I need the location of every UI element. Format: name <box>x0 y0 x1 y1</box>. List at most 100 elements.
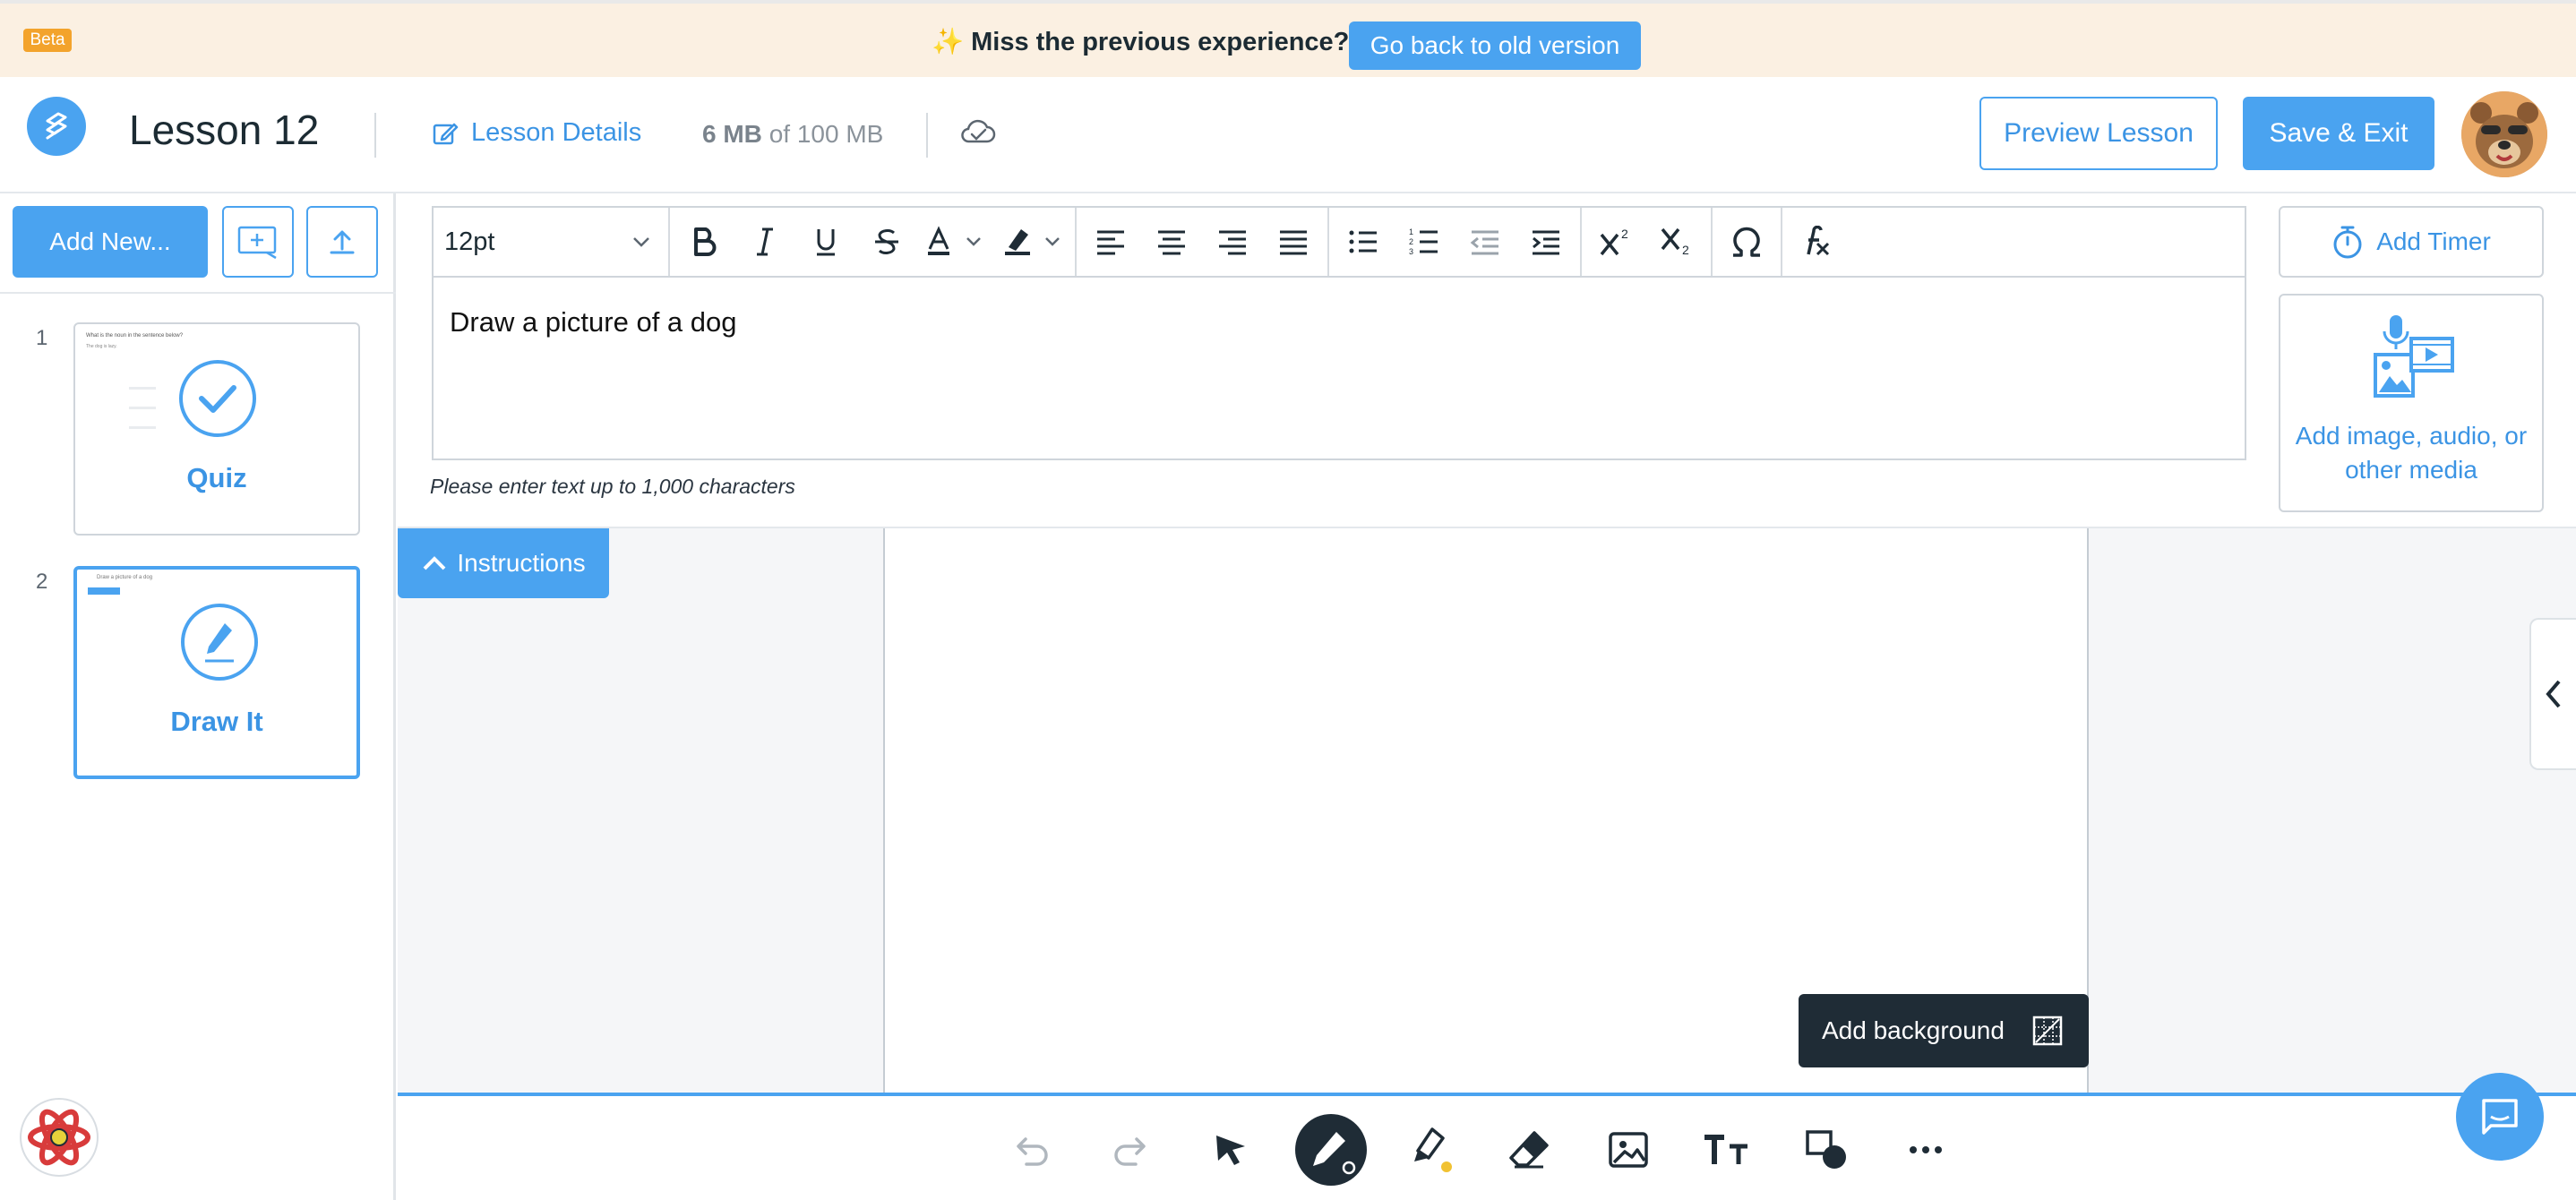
subscript-button[interactable]: 2 <box>1653 219 1700 265</box>
special-character-button[interactable] <box>1723 219 1770 265</box>
image-tool-button[interactable] <box>1593 1114 1664 1186</box>
highlight-color-button[interactable] <box>1001 219 1064 265</box>
text-icon <box>1704 1135 1747 1164</box>
slide-number: 2 <box>36 570 48 594</box>
more-tools-button[interactable] <box>1890 1114 1962 1186</box>
add-new-button[interactable]: Add New... <box>13 206 208 278</box>
save-exit-button[interactable]: Save & Exit <box>2243 97 2434 170</box>
add-media-button[interactable]: Add image, audio, or other media <box>2279 294 2544 512</box>
pen-tool-button[interactable] <box>1295 1114 1367 1186</box>
upload-button[interactable] <box>306 206 378 278</box>
timer-icon <box>2333 226 2362 259</box>
align-right-button[interactable] <box>1209 219 1256 265</box>
superscript-button[interactable]: 2 <box>1593 219 1639 265</box>
select-tool-button[interactable] <box>1195 1114 1267 1186</box>
italic-icon <box>757 227 773 256</box>
react-devtools-icon[interactable] <box>20 1098 99 1177</box>
indent-button[interactable] <box>1523 219 1569 265</box>
add-background-button[interactable]: Add background <box>1799 994 2089 1067</box>
outdent-icon <box>1470 230 1498 255</box>
background-pattern-icon <box>2032 1016 2063 1046</box>
drawing-toolbar <box>398 1093 2576 1200</box>
thumb-title: Draw a picture of a dog <box>97 575 153 580</box>
cloud-saved-icon <box>958 116 998 149</box>
character-limit-hint: Please enter text up to 1,000 characters <box>430 475 795 498</box>
header-divider <box>374 113 376 158</box>
pencil-icon <box>181 604 258 681</box>
app-logo-icon[interactable] <box>27 97 86 156</box>
align-right-icon <box>1219 230 1246 255</box>
sidebar-separator <box>0 292 396 294</box>
undo-icon <box>1017 1137 1048 1166</box>
thumb-instructions-tab <box>88 587 120 595</box>
preview-lesson-button[interactable]: Preview Lesson <box>1979 97 2218 170</box>
italic-button[interactable] <box>742 219 788 265</box>
instructions-editor-panel: 12pt 1 2 3 2 2 Draw a picture of a dog P… <box>398 193 2576 528</box>
subscript-icon: 2 <box>1661 227 1689 257</box>
chevron-left-icon <box>2546 680 2561 708</box>
lesson-title[interactable]: Lesson 12 <box>129 106 319 154</box>
clear-formatting-button[interactable] <box>1793 219 1840 265</box>
strikethrough-icon <box>875 229 898 254</box>
drawing-workspace: Instructions Add background <box>398 528 2576 1093</box>
clear-formatting-icon <box>1807 226 1830 256</box>
instructions-text-content[interactable]: Draw a picture of a dog <box>450 306 737 339</box>
outdent-button[interactable] <box>1462 219 1508 265</box>
add-timer-label: Add Timer <box>2376 227 2491 255</box>
support-chat-button[interactable] <box>2456 1073 2544 1161</box>
omega-icon <box>1733 227 1760 257</box>
undo-button[interactable] <box>996 1114 1068 1186</box>
user-avatar[interactable] <box>2461 91 2547 177</box>
highlighter-icon <box>1414 1127 1452 1172</box>
text-tool-button[interactable] <box>1691 1114 1763 1186</box>
slide-label: Draw It <box>170 706 263 737</box>
bold-button[interactable] <box>681 219 727 265</box>
checkmark-icon <box>179 360 256 437</box>
text-color-button[interactable] <box>924 219 987 265</box>
text-color-icon <box>928 226 981 255</box>
slide-number: 1 <box>36 326 48 350</box>
svg-text:1: 1 <box>1409 227 1413 236</box>
bullet-list-button[interactable] <box>1340 219 1387 265</box>
announcement-banner: Beta ✨ Miss the previous experience? Go … <box>0 0 2576 77</box>
lesson-details-link[interactable]: Lesson Details <box>432 118 641 148</box>
shapes-tool-button[interactable] <box>1791 1114 1863 1186</box>
strikethrough-button[interactable] <box>863 219 910 265</box>
header-divider <box>926 113 928 158</box>
upload-icon <box>330 230 355 254</box>
media-icon <box>2374 315 2454 398</box>
slide-thumbnail-draw-it[interactable]: Draw a picture of a dog Draw It <box>73 566 360 779</box>
banner-message-text: Miss the previous experience? <box>971 27 1350 56</box>
underline-button[interactable] <box>803 219 849 265</box>
chevron-down-icon <box>633 237 649 247</box>
highlighter-tool-button[interactable] <box>1395 1114 1467 1186</box>
lesson-details-label: Lesson Details <box>471 118 642 147</box>
eraser-tool-button[interactable] <box>1494 1114 1566 1186</box>
storage-total: of 100 MB <box>769 120 884 148</box>
redo-button[interactable] <box>1095 1114 1166 1186</box>
add-timer-button[interactable]: Add Timer <box>2279 206 2544 278</box>
app-header: Lesson 12 Lesson Details 6 MB of 100 MB … <box>0 77 2576 193</box>
add-slide-icon <box>237 226 277 260</box>
justify-button[interactable] <box>1270 219 1317 265</box>
add-slide-button[interactable] <box>222 206 294 278</box>
slide-label: Quiz <box>186 462 247 493</box>
slide-thumbnail-quiz[interactable]: What is the noun in the sentence below? … <box>73 322 360 536</box>
svg-text:3: 3 <box>1409 247 1413 256</box>
svg-text:2: 2 <box>1409 237 1413 246</box>
thumb-line <box>129 407 156 409</box>
align-center-button[interactable] <box>1148 219 1195 265</box>
collapse-panel-tab[interactable] <box>2529 618 2576 770</box>
numbered-list-button[interactable]: 123 <box>1401 219 1447 265</box>
instructions-label: Instructions <box>457 549 586 577</box>
instructions-toggle[interactable]: Instructions <box>398 528 609 598</box>
font-size-value: 12pt <box>444 227 495 256</box>
align-left-button[interactable] <box>1087 219 1134 265</box>
svg-text:2: 2 <box>1682 243 1689 257</box>
cursor-arrow-icon <box>1216 1136 1245 1165</box>
align-center-icon <box>1158 230 1185 255</box>
font-size-select[interactable]: 12pt <box>434 227 657 257</box>
superscript-icon: 2 <box>1600 227 1628 256</box>
indent-icon <box>1533 230 1559 255</box>
old-version-button[interactable]: Go back to old version <box>1349 21 1641 70</box>
